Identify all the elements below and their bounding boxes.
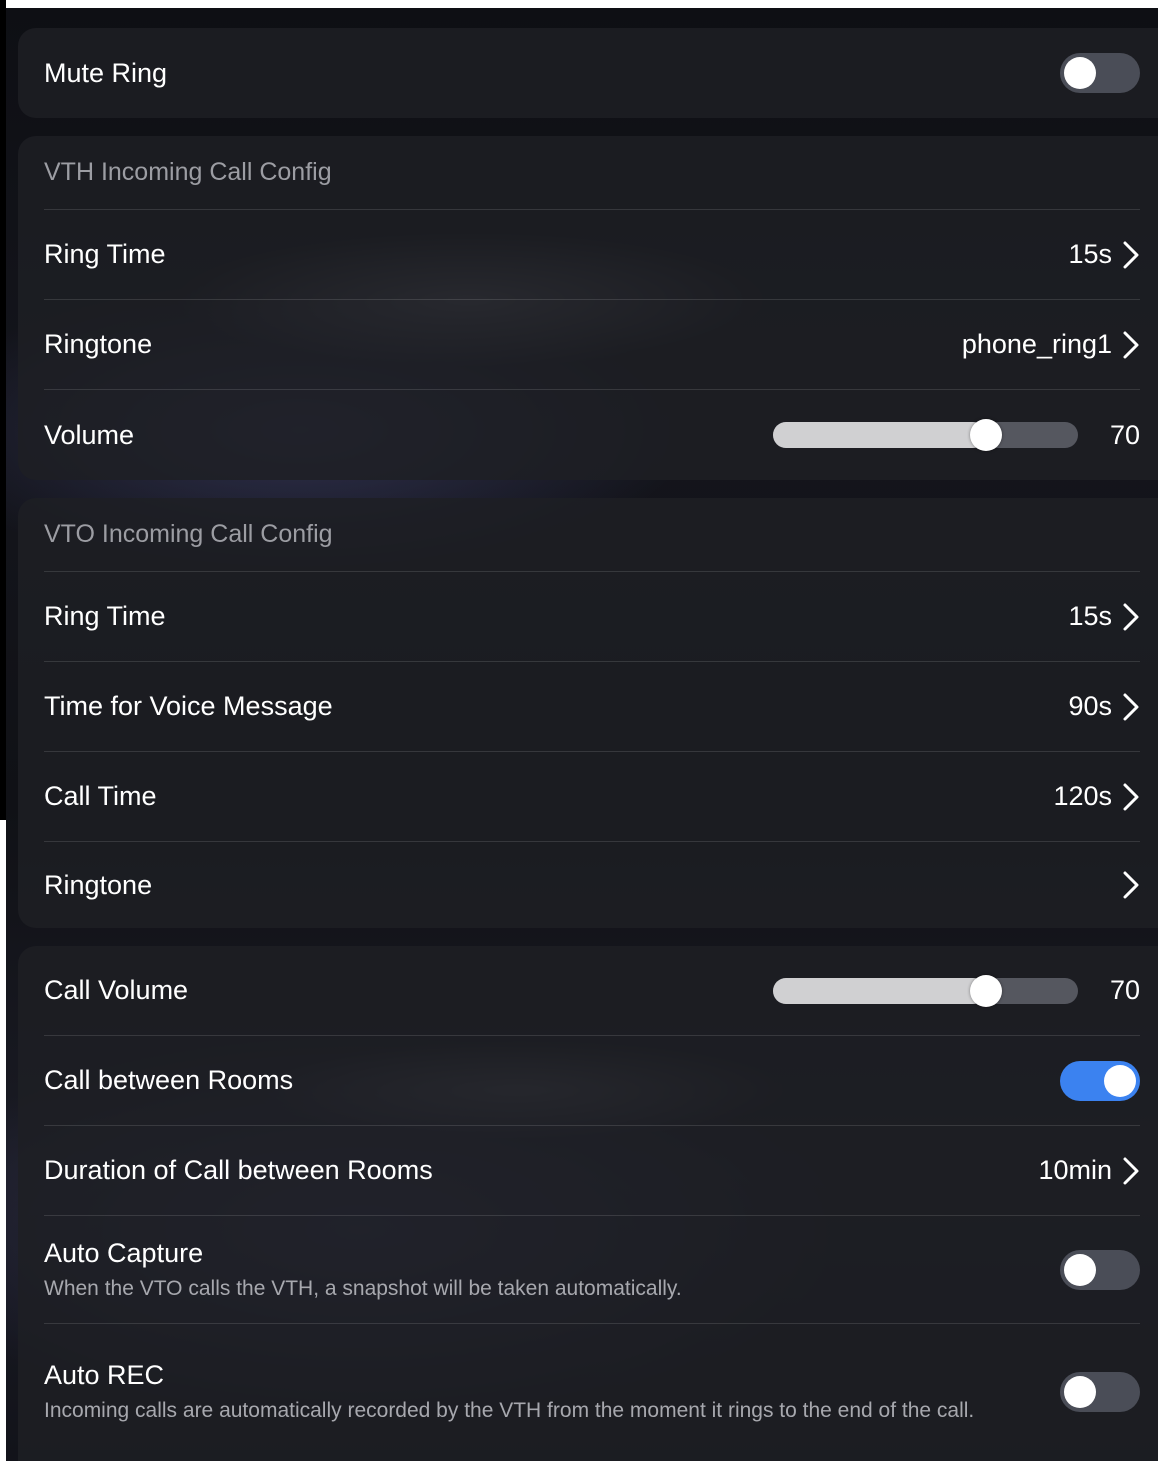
vto-config-header: VTO Incoming Call Config	[44, 520, 333, 548]
vth-ring-time-row[interactable]: Ring Time 15s	[44, 210, 1140, 300]
toggle-knob	[1064, 1253, 1096, 1286]
vth-ring-time-label: Ring Time	[44, 239, 166, 269]
vth-ringtone-value: phone_ring1	[961, 329, 1112, 359]
call-duration-row[interactable]: Duration of Call between Rooms 10min	[44, 1126, 1140, 1216]
call-settings-card: Call Volume 70 Call between Rooms Durati…	[18, 946, 1158, 1461]
chevron-right-icon	[1122, 782, 1140, 812]
vth-ring-time-value: 15s	[1068, 239, 1112, 269]
mute-ring-card: Mute Ring	[18, 28, 1158, 118]
vth-ringtone-row[interactable]: Ringtone phone_ring1	[44, 300, 1140, 390]
mute-ring-toggle[interactable]	[1060, 53, 1140, 93]
call-volume-row: Call Volume 70	[44, 946, 1140, 1036]
mute-ring-label: Mute Ring	[44, 57, 168, 88]
chevron-right-icon	[1122, 602, 1140, 632]
auto-capture-row: Auto Capture When the VTO calls the VTH,…	[44, 1216, 1140, 1324]
vto-config-card: VTO Incoming Call Config Ring Time 15s T…	[18, 498, 1158, 928]
chevron-right-icon	[1122, 240, 1140, 270]
call-volume-value: 70	[1109, 975, 1140, 1005]
chevron-right-icon	[1122, 1156, 1140, 1186]
chevron-right-icon	[1122, 870, 1140, 900]
voice-message-row[interactable]: Time for Voice Message 90s	[44, 662, 1140, 752]
left-edge	[0, 0, 6, 820]
slider-fill	[772, 422, 987, 448]
voice-message-label: Time for Voice Message	[44, 691, 333, 721]
vto-ring-time-label: Ring Time	[44, 601, 166, 631]
vth-config-card: VTH Incoming Call Config Ring Time 15s R…	[18, 136, 1158, 480]
auto-rec-toggle[interactable]	[1060, 1371, 1140, 1412]
slider-fill	[772, 977, 987, 1004]
vth-volume-row: Volume 70	[44, 390, 1140, 480]
call-volume-slider[interactable]	[772, 974, 1078, 1007]
call-volume-label: Call Volume	[44, 975, 189, 1005]
call-time-row[interactable]: Call Time 120s	[44, 752, 1140, 842]
vto-config-header-row: VTO Incoming Call Config	[44, 498, 1140, 572]
vth-volume-value: 70	[1109, 419, 1140, 450]
auto-capture-label: Auto Capture	[44, 1237, 204, 1268]
left-edge-lower	[0, 820, 6, 1461]
slider-thumb[interactable]	[970, 974, 1003, 1007]
call-time-value: 120s	[1053, 781, 1112, 811]
auto-rec-row: Auto REC Incoming calls are automaticall…	[44, 1324, 1140, 1459]
vth-config-header: VTH Incoming Call Config	[44, 158, 332, 186]
call-time-label: Call Time	[44, 781, 157, 811]
toggle-knob	[1064, 57, 1096, 89]
vto-ringtone-label: Ringtone	[44, 869, 153, 900]
call-duration-label: Duration of Call between Rooms	[44, 1155, 433, 1185]
vth-volume-label: Volume	[44, 419, 135, 450]
auto-capture-toggle[interactable]	[1060, 1249, 1140, 1290]
chevron-right-icon	[1122, 692, 1140, 722]
call-between-rooms-toggle[interactable]	[1060, 1060, 1140, 1101]
top-edge	[0, 0, 1158, 8]
auto-rec-label: Auto REC	[44, 1359, 165, 1390]
auto-rec-description: Incoming calls are automatically recorde…	[44, 1398, 975, 1422]
slider-thumb[interactable]	[970, 419, 1003, 451]
vth-ringtone-label: Ringtone	[44, 329, 153, 359]
vth-volume-slider[interactable]	[772, 419, 1078, 451]
vth-config-header-row: VTH Incoming Call Config	[44, 136, 1140, 210]
call-duration-value: 10min	[1038, 1155, 1112, 1185]
voice-message-value: 90s	[1068, 691, 1112, 721]
mute-ring-row: Mute Ring	[44, 28, 1140, 118]
vto-ring-time-value: 15s	[1068, 601, 1112, 631]
chevron-right-icon	[1122, 330, 1140, 360]
vto-ring-time-row[interactable]: Ring Time 15s	[44, 572, 1140, 662]
vto-ringtone-row[interactable]: Ringtone	[44, 842, 1140, 928]
toggle-knob	[1104, 1064, 1136, 1097]
call-between-rooms-row: Call between Rooms	[44, 1036, 1140, 1126]
call-between-rooms-label: Call between Rooms	[44, 1065, 294, 1095]
toggle-knob	[1064, 1375, 1096, 1408]
auto-capture-description: When the VTO calls the VTH, a snapshot w…	[44, 1276, 682, 1300]
